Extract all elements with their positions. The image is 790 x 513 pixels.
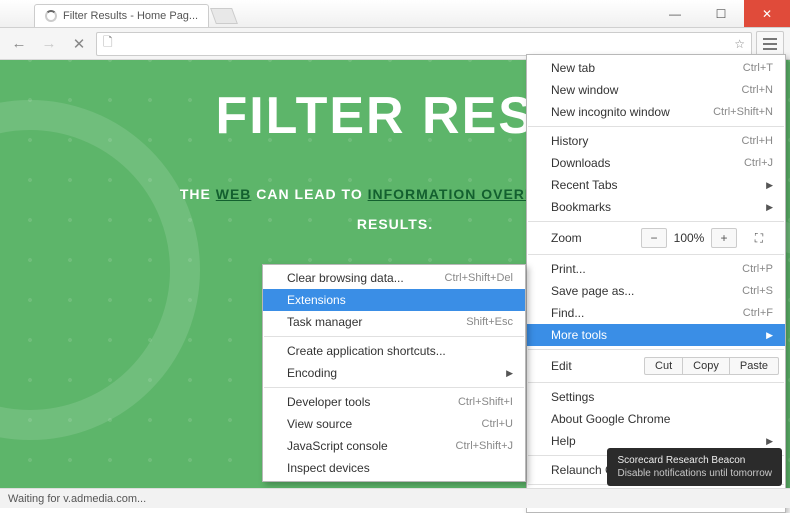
toast-title: Scorecard Research Beacon [617, 454, 772, 467]
submenu-devtools[interactable]: Developer toolsCtrl+Shift+I [263, 391, 525, 413]
cut-button[interactable]: Cut [644, 357, 683, 375]
zoom-out-button[interactable]: − [641, 228, 667, 248]
menu-zoom-row: Zoom − 100% + ⛶ [527, 225, 785, 251]
address-bar[interactable]: 🗋 ☆ [96, 32, 752, 56]
more-tools-submenu: Clear browsing data...Ctrl+Shift+Del Ext… [262, 264, 526, 482]
submenu-inspect-devices[interactable]: Inspect devices [263, 457, 525, 479]
back-button[interactable]: ← [6, 31, 32, 57]
bookmark-star-icon[interactable]: ☆ [734, 37, 745, 51]
tab-title: Filter Results - Home Pag... [63, 10, 198, 22]
menu-downloads[interactable]: DownloadsCtrl+J [527, 152, 785, 174]
toast-body: Disable notifications until tomorrow [617, 467, 772, 480]
submenu-view-source[interactable]: View sourceCtrl+U [263, 413, 525, 435]
menu-bookmarks[interactable]: Bookmarks▶ [527, 196, 785, 218]
forward-button[interactable]: → [36, 31, 62, 57]
new-tab-button[interactable] [210, 8, 238, 24]
menu-incognito[interactable]: New incognito windowCtrl+Shift+N [527, 101, 785, 123]
close-button[interactable]: ✕ [744, 0, 790, 27]
browser-tab[interactable]: Filter Results - Home Pag... [34, 4, 209, 27]
stop-reload-button[interactable]: ✕ [66, 31, 92, 57]
submenu-create-shortcuts[interactable]: Create application shortcuts... [263, 340, 525, 362]
web-link[interactable]: WEB [216, 186, 252, 202]
menu-recent-tabs[interactable]: Recent Tabs▶ [527, 174, 785, 196]
edit-label: Edit [551, 359, 572, 373]
menu-settings[interactable]: Settings [527, 386, 785, 408]
zoom-in-button[interactable]: + [711, 228, 737, 248]
zoom-label: Zoom [551, 231, 582, 245]
fullscreen-button[interactable]: ⛶ [745, 231, 773, 246]
minimize-button[interactable]: — [652, 0, 698, 27]
submenu-encoding[interactable]: Encoding▶ [263, 362, 525, 384]
loading-spinner-icon [45, 10, 57, 22]
menu-save-page[interactable]: Save page as...Ctrl+S [527, 280, 785, 302]
menu-button[interactable] [756, 31, 784, 57]
menu-new-tab[interactable]: New tabCtrl+T [527, 57, 785, 79]
status-text: Waiting for v.admedia.com... [8, 493, 146, 505]
notification-toast[interactable]: Scorecard Research Beacon Disable notifi… [607, 448, 782, 486]
menu-find[interactable]: Find...Ctrl+F [527, 302, 785, 324]
status-bar: Waiting for v.admedia.com... [0, 488, 790, 508]
zoom-value: 100% [669, 231, 709, 245]
copy-button[interactable]: Copy [682, 357, 730, 375]
menu-print[interactable]: Print...Ctrl+P [527, 258, 785, 280]
chrome-main-menu: New tabCtrl+T New windowCtrl+N New incog… [526, 54, 786, 513]
menu-new-window[interactable]: New windowCtrl+N [527, 79, 785, 101]
menu-history[interactable]: HistoryCtrl+H [527, 130, 785, 152]
menu-more-tools[interactable]: More tools▶ [527, 324, 785, 346]
menu-about[interactable]: About Google Chrome [527, 408, 785, 430]
paste-button[interactable]: Paste [729, 357, 779, 375]
submenu-extensions[interactable]: Extensions [263, 289, 525, 311]
page-icon: 🗋 [103, 33, 113, 54]
menu-edit-row: Edit Cut Copy Paste [527, 353, 785, 379]
window-titlebar: Filter Results - Home Pag... — ☐ ✕ [0, 0, 790, 28]
window-controls: — ☐ ✕ [652, 0, 790, 27]
maximize-button[interactable]: ☐ [698, 0, 744, 27]
submenu-clear-browsing[interactable]: Clear browsing data...Ctrl+Shift+Del [263, 267, 525, 289]
submenu-js-console[interactable]: JavaScript consoleCtrl+Shift+J [263, 435, 525, 457]
submenu-task-manager[interactable]: Task managerShift+Esc [263, 311, 525, 333]
